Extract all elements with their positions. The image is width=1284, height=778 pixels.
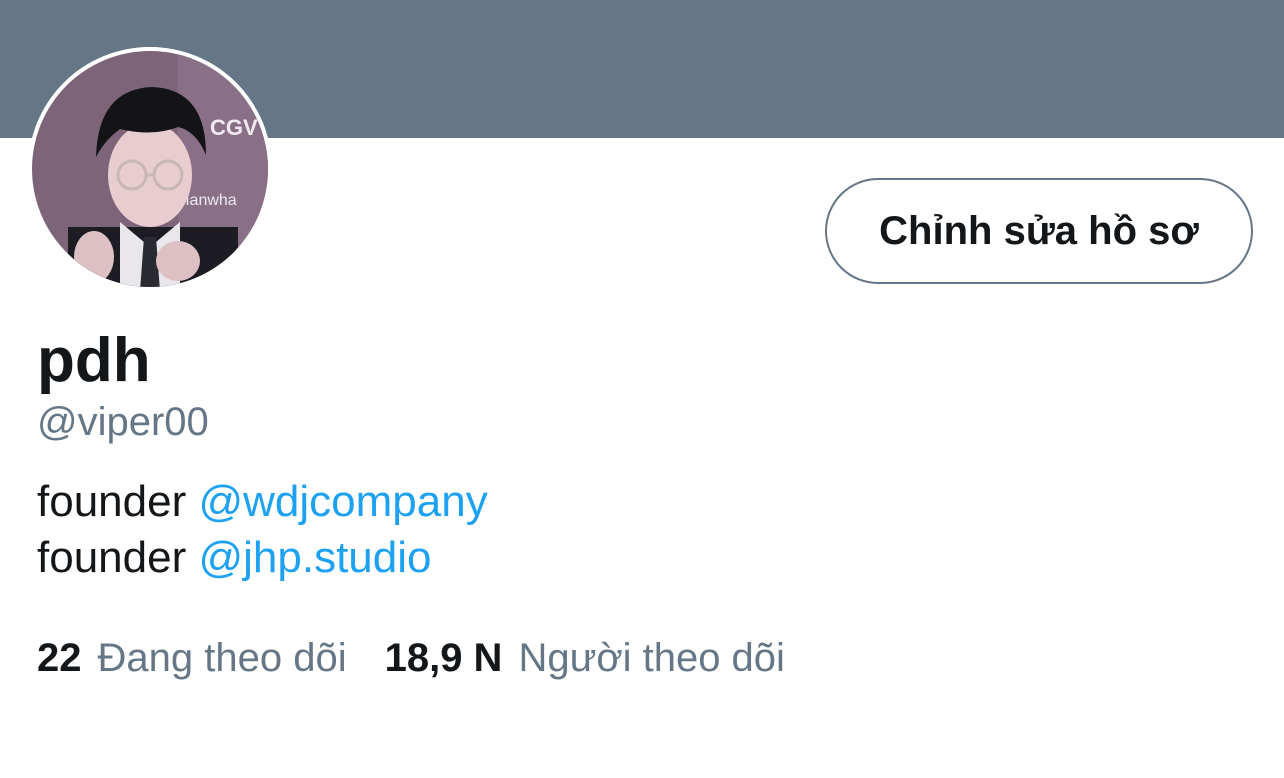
profile-bio: founder @wdjcompany founder @jhp.studio — [37, 474, 488, 586]
avatar-photo-icon: CGV Hanwha — [28, 47, 272, 291]
bio-line: founder @wdjcompany — [37, 474, 488, 530]
display-name: pdh — [37, 326, 151, 395]
follow-stats: 22 Đang theo dõi 18,9 N Người theo dõi — [37, 633, 785, 683]
avatar[interactable]: CGV Hanwha — [28, 47, 272, 291]
followers-label: Người theo dõi — [518, 636, 785, 680]
following-count: 22 — [37, 636, 82, 680]
svg-text:CGV: CGV — [210, 115, 258, 140]
bio-mention-link[interactable]: @wdjcompany — [198, 477, 487, 526]
followers-stat[interactable]: 18,9 N Người theo dõi — [385, 633, 785, 683]
bio-line: founder @jhp.studio — [37, 530, 488, 586]
following-stat[interactable]: 22 Đang theo dõi — [37, 633, 347, 683]
followers-count: 18,9 N — [384, 636, 503, 680]
bio-mention-link[interactable]: @jhp.studio — [198, 533, 431, 582]
following-label: Đang theo dõi — [97, 636, 347, 680]
profile-page: CGV Hanwha Chỉnh sửa hồ sơ pdh @viper00 … — [0, 0, 1284, 778]
user-handle: @viper00 — [37, 400, 209, 444]
bio-text: founder — [37, 477, 199, 526]
edit-profile-button[interactable]: Chỉnh sửa hồ sơ — [825, 178, 1253, 284]
bio-text: founder — [37, 533, 199, 582]
